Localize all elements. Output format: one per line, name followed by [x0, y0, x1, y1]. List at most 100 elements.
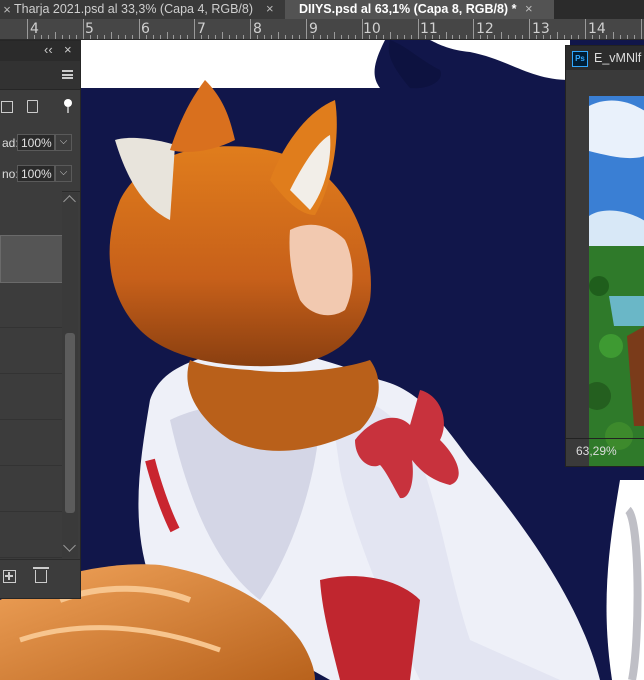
ruler-tick	[403, 35, 405, 39]
ruler-tick	[229, 35, 231, 39]
ruler-tick	[27, 19, 28, 39]
ruler-tick	[250, 19, 252, 39]
ruler-tick	[501, 32, 503, 39]
layer-row-selected[interactable]	[0, 235, 64, 283]
ruler-tick	[424, 35, 426, 39]
collapse-icon[interactable]: ‹‹	[44, 42, 53, 57]
ruler-tick	[382, 35, 384, 39]
close-icon[interactable]: ×	[64, 42, 72, 57]
ruler-tick	[515, 35, 517, 39]
ruler-tick	[180, 35, 182, 39]
navigator-window[interactable]: Ps E_vMNlf 63,29%	[565, 45, 644, 467]
ruler-tick	[96, 35, 98, 39]
navigator-title-bar[interactable]: Ps E_vMNlf	[566, 46, 644, 70]
ruler-tick	[529, 19, 531, 39]
ruler-tick	[117, 35, 119, 39]
layers-scrollbar[interactable]	[62, 193, 78, 558]
ruler-tick	[152, 35, 154, 39]
photoshop-icon: Ps	[572, 51, 588, 67]
ruler-tick	[550, 35, 552, 39]
panel-menu-icon[interactable]	[62, 70, 73, 79]
ruler-tick	[480, 35, 482, 39]
ruler-tick	[591, 35, 593, 39]
ruler-tick	[340, 35, 342, 39]
chevron-up-icon[interactable]	[63, 195, 76, 208]
ruler-tick	[264, 35, 266, 39]
layer-row[interactable]	[0, 191, 62, 238]
scrollbar-thumb[interactable]	[65, 333, 75, 513]
tab-tharja[interactable]: Tharja 2021.psd al 33,3% (Capa 4, RGB/8)…	[0, 0, 297, 19]
ruler-tick	[75, 35, 77, 39]
chevron-down-icon[interactable]: ⌵	[55, 165, 72, 182]
ruler-tick	[571, 35, 573, 39]
layer-row[interactable]	[0, 511, 62, 558]
ruler-label: 12	[476, 21, 494, 37]
trash-icon[interactable]	[33, 567, 49, 583]
ruler-tick	[598, 35, 600, 39]
ruler-tick	[215, 35, 217, 39]
ruler-tick	[354, 35, 356, 39]
panel-tab-row	[0, 61, 80, 90]
layer-row[interactable]	[0, 419, 62, 466]
ruler-tick	[271, 35, 273, 39]
document-tab-bar: Tharja 2021.psd al 33,3% (Capa 4, RGB/8)…	[0, 0, 644, 19]
horizontal-ruler: 4 5 6 7 8 9 10 11 12 13 14	[0, 19, 644, 40]
layer-row[interactable]	[0, 373, 62, 420]
ruler-tick	[173, 35, 175, 39]
chevron-down-icon[interactable]: ⌵	[55, 134, 72, 151]
layer-row[interactable]	[0, 327, 62, 374]
ruler-tick	[368, 35, 370, 39]
toggle-dot-icon[interactable]	[64, 99, 72, 107]
ruler-tick	[564, 35, 566, 39]
transform-icon[interactable]	[1, 101, 13, 113]
tab-diiys[interactable]: DIIYS.psd al 63,1% (Capa 8, RGB/8) * ×	[285, 0, 554, 19]
artboard-icon[interactable]	[27, 100, 38, 113]
ruler-label: 13	[532, 21, 550, 37]
chevron-down-icon[interactable]	[63, 539, 76, 552]
artwork	[0, 40, 644, 680]
ruler-tick	[319, 35, 321, 39]
ruler-tick	[208, 35, 210, 39]
ruler-tick	[557, 32, 559, 39]
document-canvas[interactable]	[0, 40, 644, 680]
ruler-label: 11	[420, 21, 438, 37]
ruler-tick	[543, 35, 545, 39]
ruler-label: 14	[588, 21, 606, 37]
layer-row[interactable]	[0, 281, 62, 328]
ruler-label: 10	[363, 21, 381, 37]
ruler-tick	[201, 35, 203, 39]
fill-input[interactable]: 100%	[17, 165, 55, 182]
close-icon[interactable]: ×	[525, 0, 533, 18]
opacity-input[interactable]: 100%	[17, 134, 55, 151]
ruler-tick	[578, 35, 580, 39]
ruler-tick	[61, 35, 63, 39]
ruler-tick	[299, 35, 301, 39]
panel-header: ‹‹ ×	[0, 41, 80, 61]
tab-tharja-label: Tharja 2021.psd al 33,3% (Capa 4, RGB/8)	[14, 2, 254, 16]
ruler-tick	[312, 35, 314, 39]
ruler-tick	[466, 35, 468, 39]
navigator-preview[interactable]	[589, 96, 644, 466]
ruler-tick	[396, 35, 398, 39]
ruler-tick	[626, 35, 628, 39]
ruler-tick	[145, 35, 147, 39]
ruler-tick	[292, 35, 294, 39]
ruler-tick	[326, 35, 328, 39]
ruler-tick	[110, 32, 112, 39]
ruler-tick	[124, 35, 126, 39]
ruler-tick	[494, 35, 496, 39]
new-layer-icon[interactable]	[3, 570, 16, 583]
ruler-tick	[278, 32, 280, 39]
ruler-tick	[194, 19, 196, 39]
ruler-tick	[89, 35, 91, 39]
ruler-tick	[166, 32, 168, 39]
ruler-tick	[508, 35, 510, 39]
close-icon[interactable]: ×	[266, 0, 274, 18]
ruler-tick	[40, 35, 42, 39]
ruler-tick	[459, 35, 461, 39]
document-close-icon[interactable]: ×	[0, 2, 14, 18]
ruler-tick	[68, 35, 70, 39]
ruler-tick	[389, 32, 391, 39]
layer-row[interactable]	[0, 465, 62, 512]
ruler-tick	[612, 32, 614, 39]
